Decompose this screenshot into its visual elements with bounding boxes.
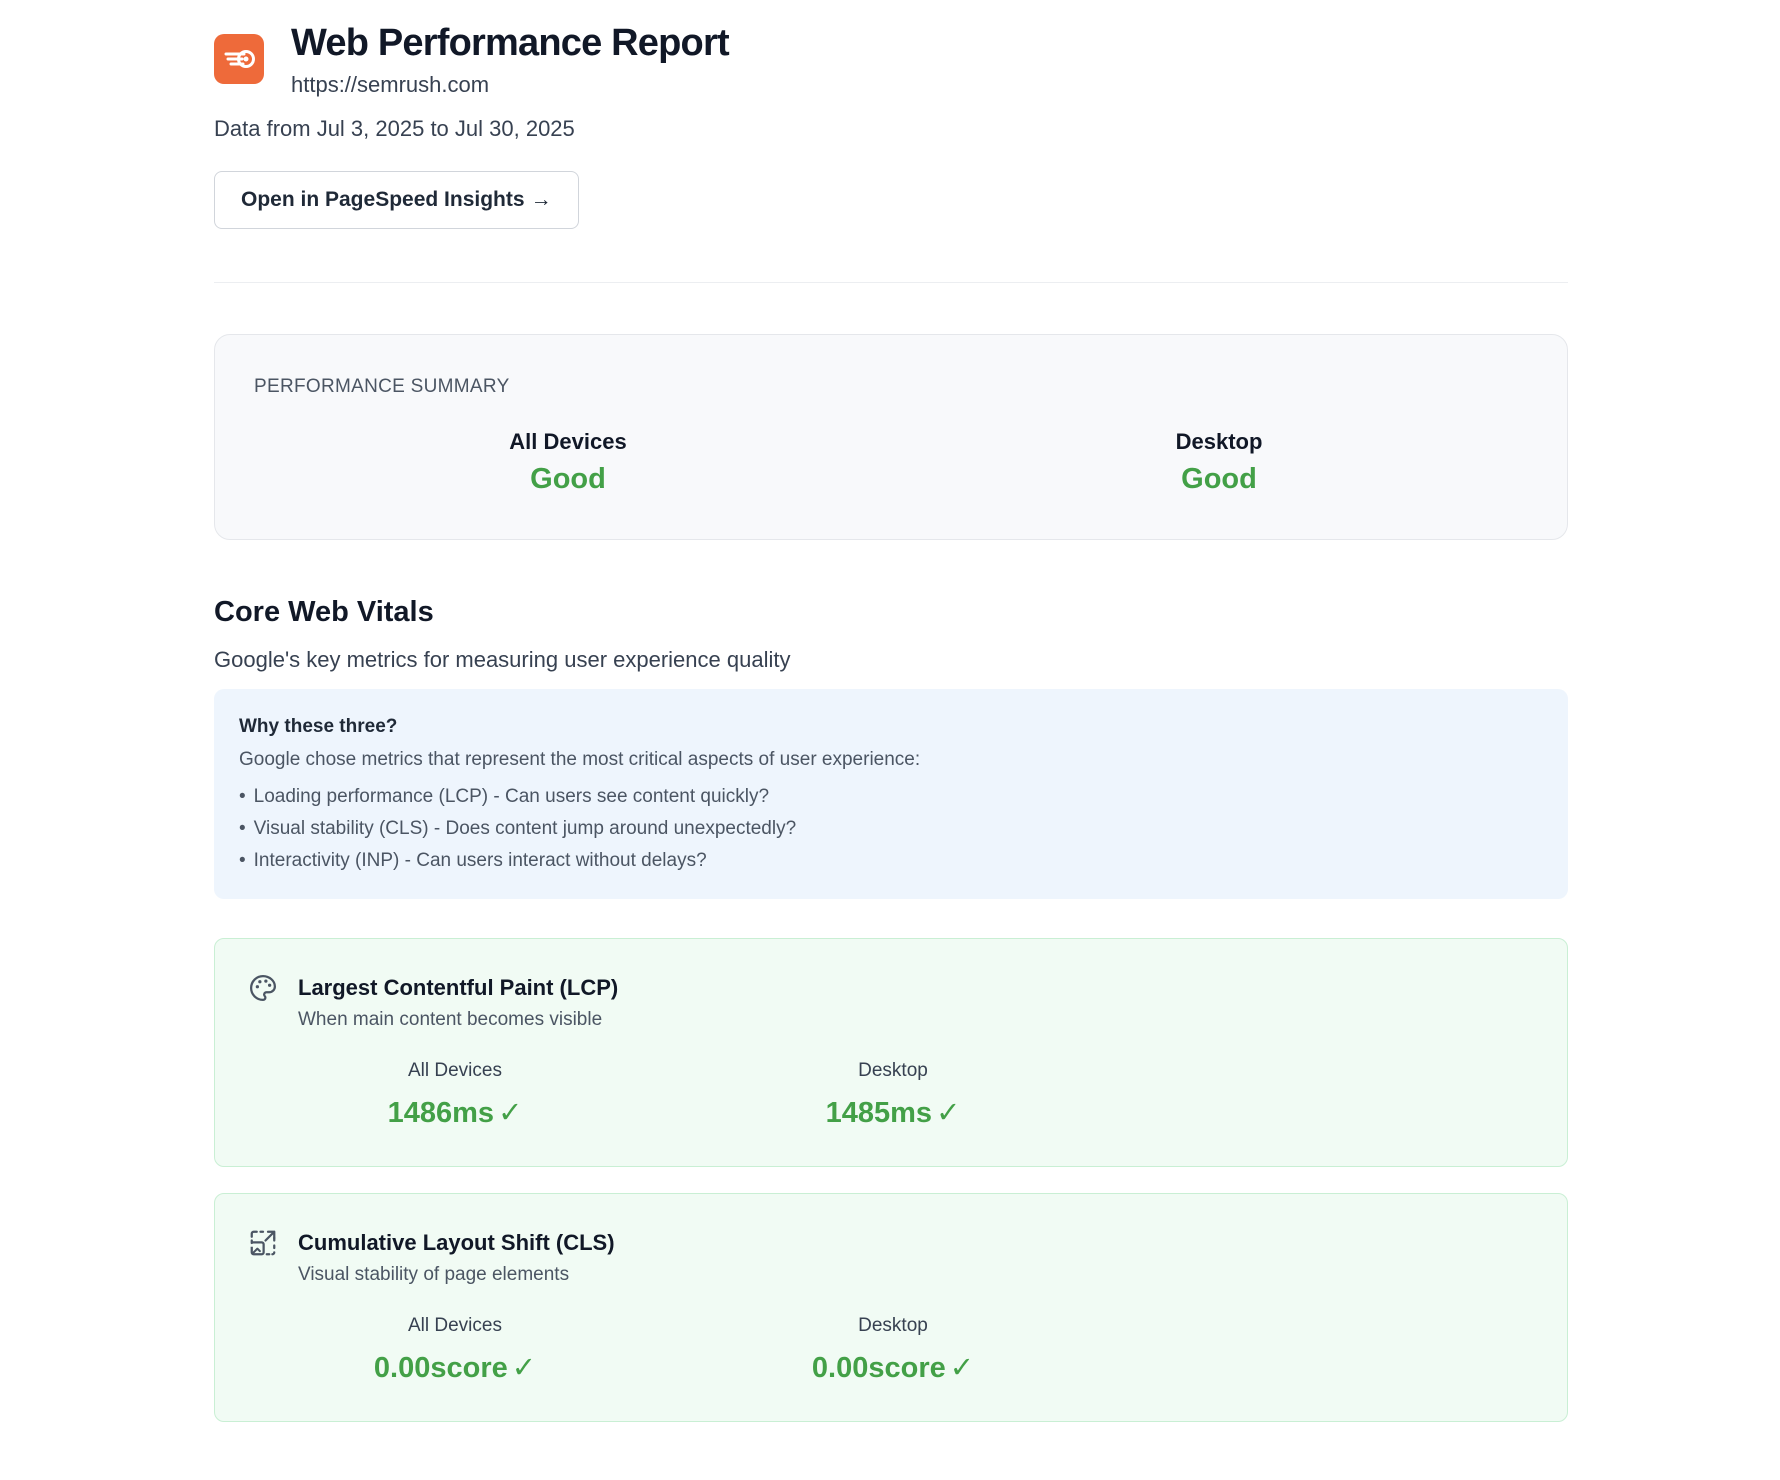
- lcp-metric-card: Largest Contentful Paint (LCP) When main…: [214, 938, 1568, 1167]
- summary-device-name: All Devices: [509, 429, 627, 454]
- semrush-logo-icon: [214, 34, 264, 84]
- metric-value-text: 1486ms: [387, 1097, 495, 1129]
- arrow-right-icon: →: [530, 188, 552, 211]
- metric-value: 1485ms ✓: [743, 1095, 1043, 1130]
- metric-desktop: Desktop 0.00score ✓: [743, 1315, 1043, 1385]
- check-icon: ✓: [498, 1097, 523, 1129]
- summary-status-badge: Good: [1181, 463, 1257, 495]
- cls-metric-card: Cumulative Layout Shift (CLS) Visual sta…: [214, 1193, 1568, 1422]
- metric-value: 0.00score ✓: [743, 1350, 1043, 1385]
- core-web-vitals-subtitle: Google's key metrics for measuring user …: [214, 647, 791, 672]
- header-divider: [214, 282, 1568, 283]
- summary-status-badge: Good: [530, 463, 606, 495]
- metric-all-devices: All Devices 0.00score ✓: [305, 1315, 605, 1385]
- list-item: • Interactivity (INP) - Can users interac…: [239, 845, 1543, 877]
- list-item: • Loading performance (LCP) - Can users s…: [239, 781, 1543, 813]
- list-item: • Visual stability (CLS) - Does content j…: [239, 813, 1543, 845]
- metric-value-text: 0.00score: [811, 1352, 946, 1384]
- metric-device-name: Desktop: [858, 1060, 928, 1081]
- why-these-three-info-box: Why these three? Google chose metrics th…: [214, 689, 1568, 899]
- metric-device-name: Desktop: [858, 1315, 928, 1336]
- info-text: Google chose metrics that represent the …: [239, 749, 921, 770]
- metric-device-name: All Devices: [408, 1315, 502, 1336]
- metric-value-text: 0.00score: [373, 1352, 508, 1384]
- performance-summary-label: PERFORMANCE SUMMARY: [254, 376, 510, 397]
- check-icon: ✓: [936, 1097, 961, 1129]
- bullet-icon: •: [239, 786, 246, 807]
- metric-name: Largest Contentful Paint (LCP): [298, 975, 619, 1000]
- list-item-text: Interactivity (INP) - Can users interact…: [253, 850, 707, 871]
- metric-all-devices: All Devices 1486ms ✓: [305, 1060, 605, 1130]
- metric-value: 0.00score ✓: [305, 1350, 605, 1385]
- metric-description: When main content becomes visible: [298, 1009, 603, 1030]
- metric-name: Cumulative Layout Shift (CLS): [298, 1230, 615, 1255]
- check-icon: ✓: [949, 1352, 975, 1384]
- summary-desktop: Desktop Good: [1069, 429, 1369, 496]
- metric-value-text: 1485ms: [825, 1097, 933, 1129]
- metric-device-name: All Devices: [408, 1060, 502, 1081]
- metric-desktop: Desktop 1485ms ✓: [743, 1060, 1043, 1130]
- semrush-logo-graphic: [214, 34, 264, 84]
- metric-value: 1486ms ✓: [305, 1095, 605, 1130]
- bullet-icon: •: [239, 850, 246, 871]
- site-url: https://semrush.com: [291, 72, 490, 97]
- core-web-vitals-heading: Core Web Vitals: [214, 596, 434, 628]
- performance-summary-card: PERFORMANCE SUMMARY All Devices Good Des…: [214, 334, 1568, 540]
- summary-device-name: Desktop: [1175, 429, 1263, 454]
- info-title: Why these three?: [239, 716, 398, 737]
- date-range: Data from Jul 3, 2025 to Jul 30, 2025: [214, 116, 575, 141]
- layout-shift-icon: [250, 1230, 276, 1256]
- summary-all-devices: All Devices Good: [418, 429, 718, 496]
- check-icon: ✓: [511, 1352, 537, 1384]
- report-page: Web Performance Report https://semrush.c…: [214, 0, 1568, 1422]
- list-item-text: Loading performance (LCP) - Can users se…: [253, 786, 770, 807]
- page-title: Web Performance Report: [291, 22, 730, 64]
- open-pagespeed-insights-button[interactable]: Open in PageSpeed Insights →: [214, 171, 579, 229]
- report-header: Web Performance Report https://semrush.c…: [214, 0, 1568, 104]
- palette-icon: [250, 975, 276, 1001]
- psi-button-label: Open in PageSpeed Insights: [241, 188, 525, 211]
- metric-description: Visual stability of page elements: [298, 1264, 570, 1285]
- bullet-icon: •: [239, 818, 246, 839]
- info-bullet-list: • Loading performance (LCP) - Can users s…: [239, 781, 1543, 877]
- list-item-text: Visual stability (CLS) - Does content ju…: [253, 818, 797, 839]
